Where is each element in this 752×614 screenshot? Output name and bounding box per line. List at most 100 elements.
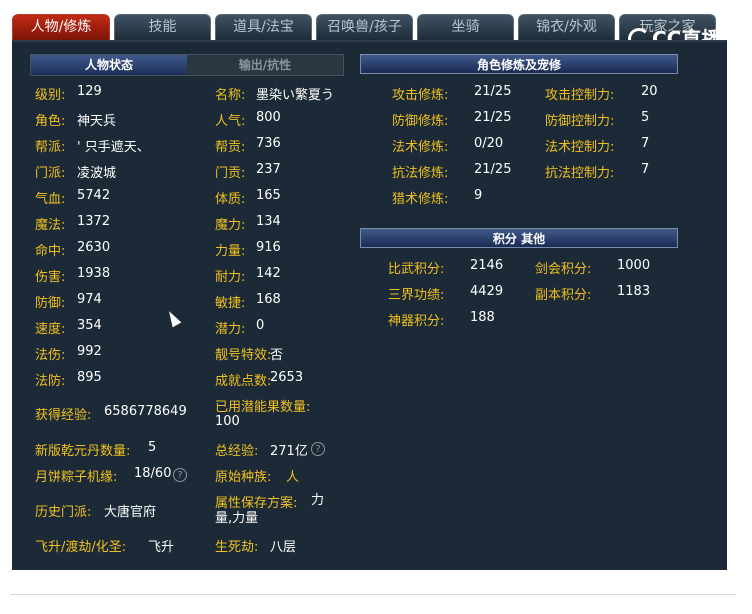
points-value: 4429 bbox=[470, 284, 504, 299]
cultivation-label: 攻击控制力: bbox=[545, 88, 615, 103]
mooncake-label: 月饼粽子机缘: bbox=[35, 470, 118, 485]
cultivation-label: 法术控制力: bbox=[545, 140, 615, 155]
stat-label: 体质: bbox=[215, 192, 246, 207]
points-value: 1183 bbox=[617, 284, 651, 299]
cultivation-value: 21/25 bbox=[474, 84, 512, 99]
cultivation-value: 0/20 bbox=[474, 136, 504, 151]
total-exp-value: 271亿 bbox=[270, 444, 308, 459]
stat-value: 916 bbox=[256, 240, 281, 255]
tab-outfits[interactable]: 锦衣/外观 bbox=[518, 14, 615, 40]
stat-value: 800 bbox=[256, 110, 281, 125]
death-trial-value: 八层 bbox=[270, 540, 297, 555]
ascend-label: 飞升/渡劫/化圣: bbox=[35, 540, 127, 555]
total-exp-help-icon[interactable]: ? bbox=[311, 442, 325, 456]
stat-label: 魔法: bbox=[35, 218, 66, 233]
stat-label: 法伤: bbox=[35, 348, 66, 363]
cultivation-header: 角色修炼及宠修 bbox=[360, 54, 678, 74]
points-value: 188 bbox=[470, 310, 495, 325]
qianyuan-value: 5 bbox=[148, 440, 157, 455]
stat-value: ' 只手遮天、 bbox=[77, 140, 150, 155]
stat-value: 974 bbox=[77, 292, 102, 307]
stat-label: 帮贡: bbox=[215, 140, 246, 155]
stat-label: 速度: bbox=[35, 322, 66, 337]
stat-value: 736 bbox=[256, 136, 281, 151]
total-exp-label: 总经验: bbox=[215, 444, 259, 459]
stat-value: 墨染い繁夏う bbox=[256, 88, 335, 103]
stat-value: 134 bbox=[256, 214, 281, 229]
stat-value: 129 bbox=[77, 84, 102, 99]
stat-label: 命中: bbox=[35, 244, 66, 259]
race-value: 人 bbox=[286, 470, 300, 485]
stat-label: 角色: bbox=[35, 114, 66, 129]
race-label: 原始种族: bbox=[215, 470, 272, 485]
character-panel bbox=[12, 40, 727, 570]
tab-skills[interactable]: 技能 bbox=[114, 14, 211, 40]
stat-value: 992 bbox=[77, 344, 102, 359]
stat-value: 237 bbox=[256, 162, 281, 177]
cultivation-value: 21/25 bbox=[474, 110, 512, 125]
subtab-output-resist[interactable]: 输出/抗性 bbox=[187, 55, 343, 75]
cultivation-value: 5 bbox=[641, 110, 650, 125]
stat-value: 142 bbox=[256, 266, 281, 281]
tab-items[interactable]: 道具/法宝 bbox=[215, 14, 312, 40]
points-label: 剑会积分: bbox=[535, 262, 592, 277]
stat-value: 354 bbox=[77, 318, 102, 333]
points-value: 2146 bbox=[470, 258, 504, 273]
cultivation-label: 抗法控制力: bbox=[545, 166, 615, 181]
stat-label: 人气: bbox=[215, 114, 246, 129]
stat-label: 门贡: bbox=[215, 166, 246, 181]
stat-label: 力量: bbox=[215, 244, 246, 259]
stat-value: 2630 bbox=[77, 240, 111, 255]
stat-value: 2653 bbox=[270, 370, 304, 385]
stat-label: 防御: bbox=[35, 296, 66, 311]
exp-label: 获得经验: bbox=[35, 408, 92, 423]
history-sect-label: 历史门派: bbox=[35, 505, 92, 520]
stat-label: 潜力: bbox=[215, 322, 246, 337]
cultivation-label: 攻击修炼: bbox=[392, 88, 449, 103]
stat-label: 级别: bbox=[35, 88, 66, 103]
death-trial-label: 生死劫: bbox=[215, 540, 259, 555]
points-label: 三界功绩: bbox=[388, 288, 445, 303]
points-header: 积分 其他 bbox=[360, 228, 678, 248]
stat-value: 神天兵 bbox=[77, 114, 117, 129]
cultivation-label: 抗法修炼: bbox=[392, 166, 449, 181]
points-label: 副本积分: bbox=[535, 288, 592, 303]
stat-value: 1372 bbox=[77, 214, 111, 229]
cultivation-value: 9 bbox=[474, 188, 483, 203]
mooncake-help-icon[interactable]: ? bbox=[173, 468, 187, 482]
qianyuan-label: 新版乾元丹数量: bbox=[35, 444, 131, 459]
ascend-value: 飞升 bbox=[148, 540, 175, 555]
stat-value: 5742 bbox=[77, 188, 111, 203]
cultivation-label: 防御修炼: bbox=[392, 114, 449, 129]
used-fruit-label: 已用潜能果数量: bbox=[215, 400, 311, 415]
stat-label: 门派: bbox=[35, 166, 66, 181]
subtab-status[interactable]: 人物状态 bbox=[31, 55, 187, 75]
cultivation-value: 20 bbox=[641, 84, 658, 99]
status-subtabs: 人物状态 输出/抗性 bbox=[30, 54, 344, 76]
cultivation-value: 7 bbox=[641, 136, 650, 151]
history-sect-value: 大唐官府 bbox=[104, 505, 157, 520]
stat-label: 魔力: bbox=[215, 218, 246, 233]
stat-label: 靓号特效: bbox=[215, 348, 272, 363]
stat-label: 法防: bbox=[35, 374, 66, 389]
points-label: 比武积分: bbox=[388, 262, 445, 277]
attr-plan-value: 力量,力量 bbox=[215, 493, 325, 526]
cultivation-value: 21/25 bbox=[474, 162, 512, 177]
stat-label: 气血: bbox=[35, 192, 66, 207]
exp-value: 6586778649 bbox=[104, 404, 187, 419]
mooncake-value: 18/60 bbox=[134, 466, 172, 481]
tab-character[interactable]: 人物/修炼 bbox=[12, 14, 110, 40]
stat-label: 名称: bbox=[215, 88, 246, 103]
cultivation-label: 猎术修炼: bbox=[392, 192, 449, 207]
cultivation-label: 法术修炼: bbox=[392, 140, 449, 155]
stat-label: 耐力: bbox=[215, 270, 246, 285]
stat-value: 165 bbox=[256, 188, 281, 203]
tab-pets[interactable]: 召唤兽/孩子 bbox=[316, 14, 413, 40]
stat-value: 895 bbox=[77, 370, 102, 385]
divider bbox=[10, 594, 736, 595]
stat-value: 168 bbox=[256, 292, 281, 307]
used-fruit-value: 100 bbox=[215, 414, 240, 429]
stat-value: 凌波城 bbox=[77, 166, 117, 181]
tab-mounts[interactable]: 坐骑 bbox=[417, 14, 514, 40]
cultivation-value: 7 bbox=[641, 162, 650, 177]
